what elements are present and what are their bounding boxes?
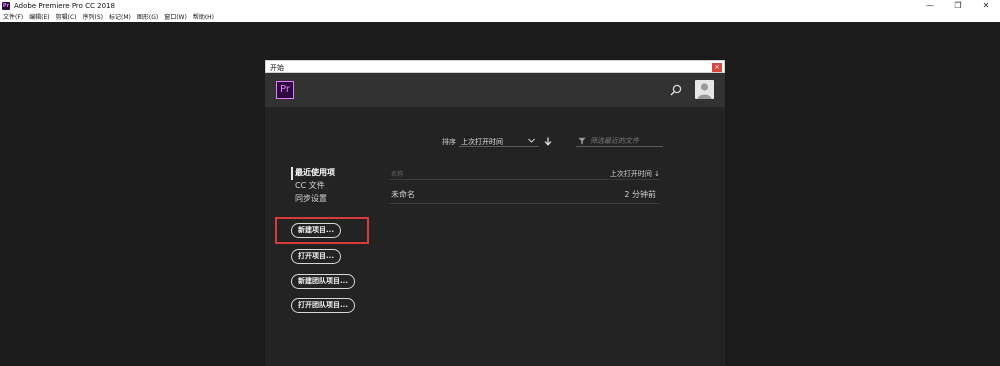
nav-sync-settings[interactable]: 同步设置 <box>291 193 335 206</box>
column-last-opened-header[interactable]: 上次打开时间 ↓ <box>610 169 660 179</box>
filter-recent-files-input[interactable] <box>590 135 662 146</box>
close-button[interactable]: ✕ <box>972 0 1000 11</box>
sort-direction-arrow-icon[interactable] <box>544 137 552 146</box>
window-titlebar: Pr Adobe Premiere Pro CC 2018 — ❐ ✕ <box>0 0 1000 11</box>
new-team-project-button[interactable]: 新建团队项目... <box>291 274 355 289</box>
start-dialog: 开始 × Pr 排序 上次打开时间 最近使用项 <box>265 60 725 366</box>
restore-button[interactable]: ❐ <box>944 0 972 11</box>
chevron-down-icon <box>528 138 535 143</box>
dialog-header: Pr <box>265 73 725 107</box>
premiere-logo: Pr <box>276 81 294 99</box>
new-project-button[interactable]: 新建项目... <box>291 223 341 238</box>
menu-window[interactable]: 窗口(W) <box>161 12 190 21</box>
open-team-project-button[interactable]: 打开团队项目... <box>291 298 355 313</box>
sort-dropdown[interactable]: 上次打开时间 <box>459 135 539 147</box>
menu-help[interactable]: 帮助(H) <box>190 12 217 21</box>
nav-recent[interactable]: 最近使用项 <box>291 167 335 180</box>
user-avatar[interactable] <box>695 80 714 99</box>
window-title: Adobe Premiere Pro CC 2018 <box>14 1 115 10</box>
filter-icon <box>578 137 586 145</box>
menu-graphics[interactable]: 图形(G) <box>134 12 161 21</box>
menu-sequence[interactable]: 序列(S) <box>80 12 107 21</box>
search-icon[interactable] <box>669 83 683 97</box>
dialog-titlebar: 开始 × <box>265 60 725 73</box>
recent-item-name: 未命名 <box>391 190 415 199</box>
column-name-header[interactable]: 名称 <box>391 169 403 178</box>
start-nav: 最近使用项 CC 文件 同步设置 <box>291 167 335 206</box>
open-project-button[interactable]: 打开项目... <box>291 249 341 264</box>
premiere-app-icon: Pr <box>2 1 10 10</box>
menu-marker[interactable]: 标记(M) <box>106 12 134 21</box>
sort-selected-value: 上次打开时间 <box>461 138 503 146</box>
recent-item-date: 2 分钟前 <box>624 190 656 199</box>
recent-list-header: 名称 上次打开时间 ↓ <box>389 166 660 180</box>
menu-bar: 文件(F) 编辑(E) 剪辑(C) 序列(S) 标记(M) 图形(G) 窗口(W… <box>0 11 1000 22</box>
filter-box <box>576 135 663 147</box>
nav-cc-files[interactable]: CC 文件 <box>291 180 335 193</box>
dialog-close-button[interactable]: × <box>712 63 722 72</box>
sort-label: 排序 <box>442 138 456 146</box>
menu-edit[interactable]: 编辑(E) <box>26 12 52 21</box>
user-icon <box>697 83 712 99</box>
dialog-title: 开始 <box>270 64 284 72</box>
menu-file[interactable]: 文件(F) <box>0 12 26 21</box>
minimize-button[interactable]: — <box>916 0 944 11</box>
window-controls: — ❐ ✕ <box>916 0 1000 11</box>
menu-clip[interactable]: 剪辑(C) <box>53 12 80 21</box>
recent-list-row[interactable]: 未命名 2 分钟前 <box>389 184 660 204</box>
